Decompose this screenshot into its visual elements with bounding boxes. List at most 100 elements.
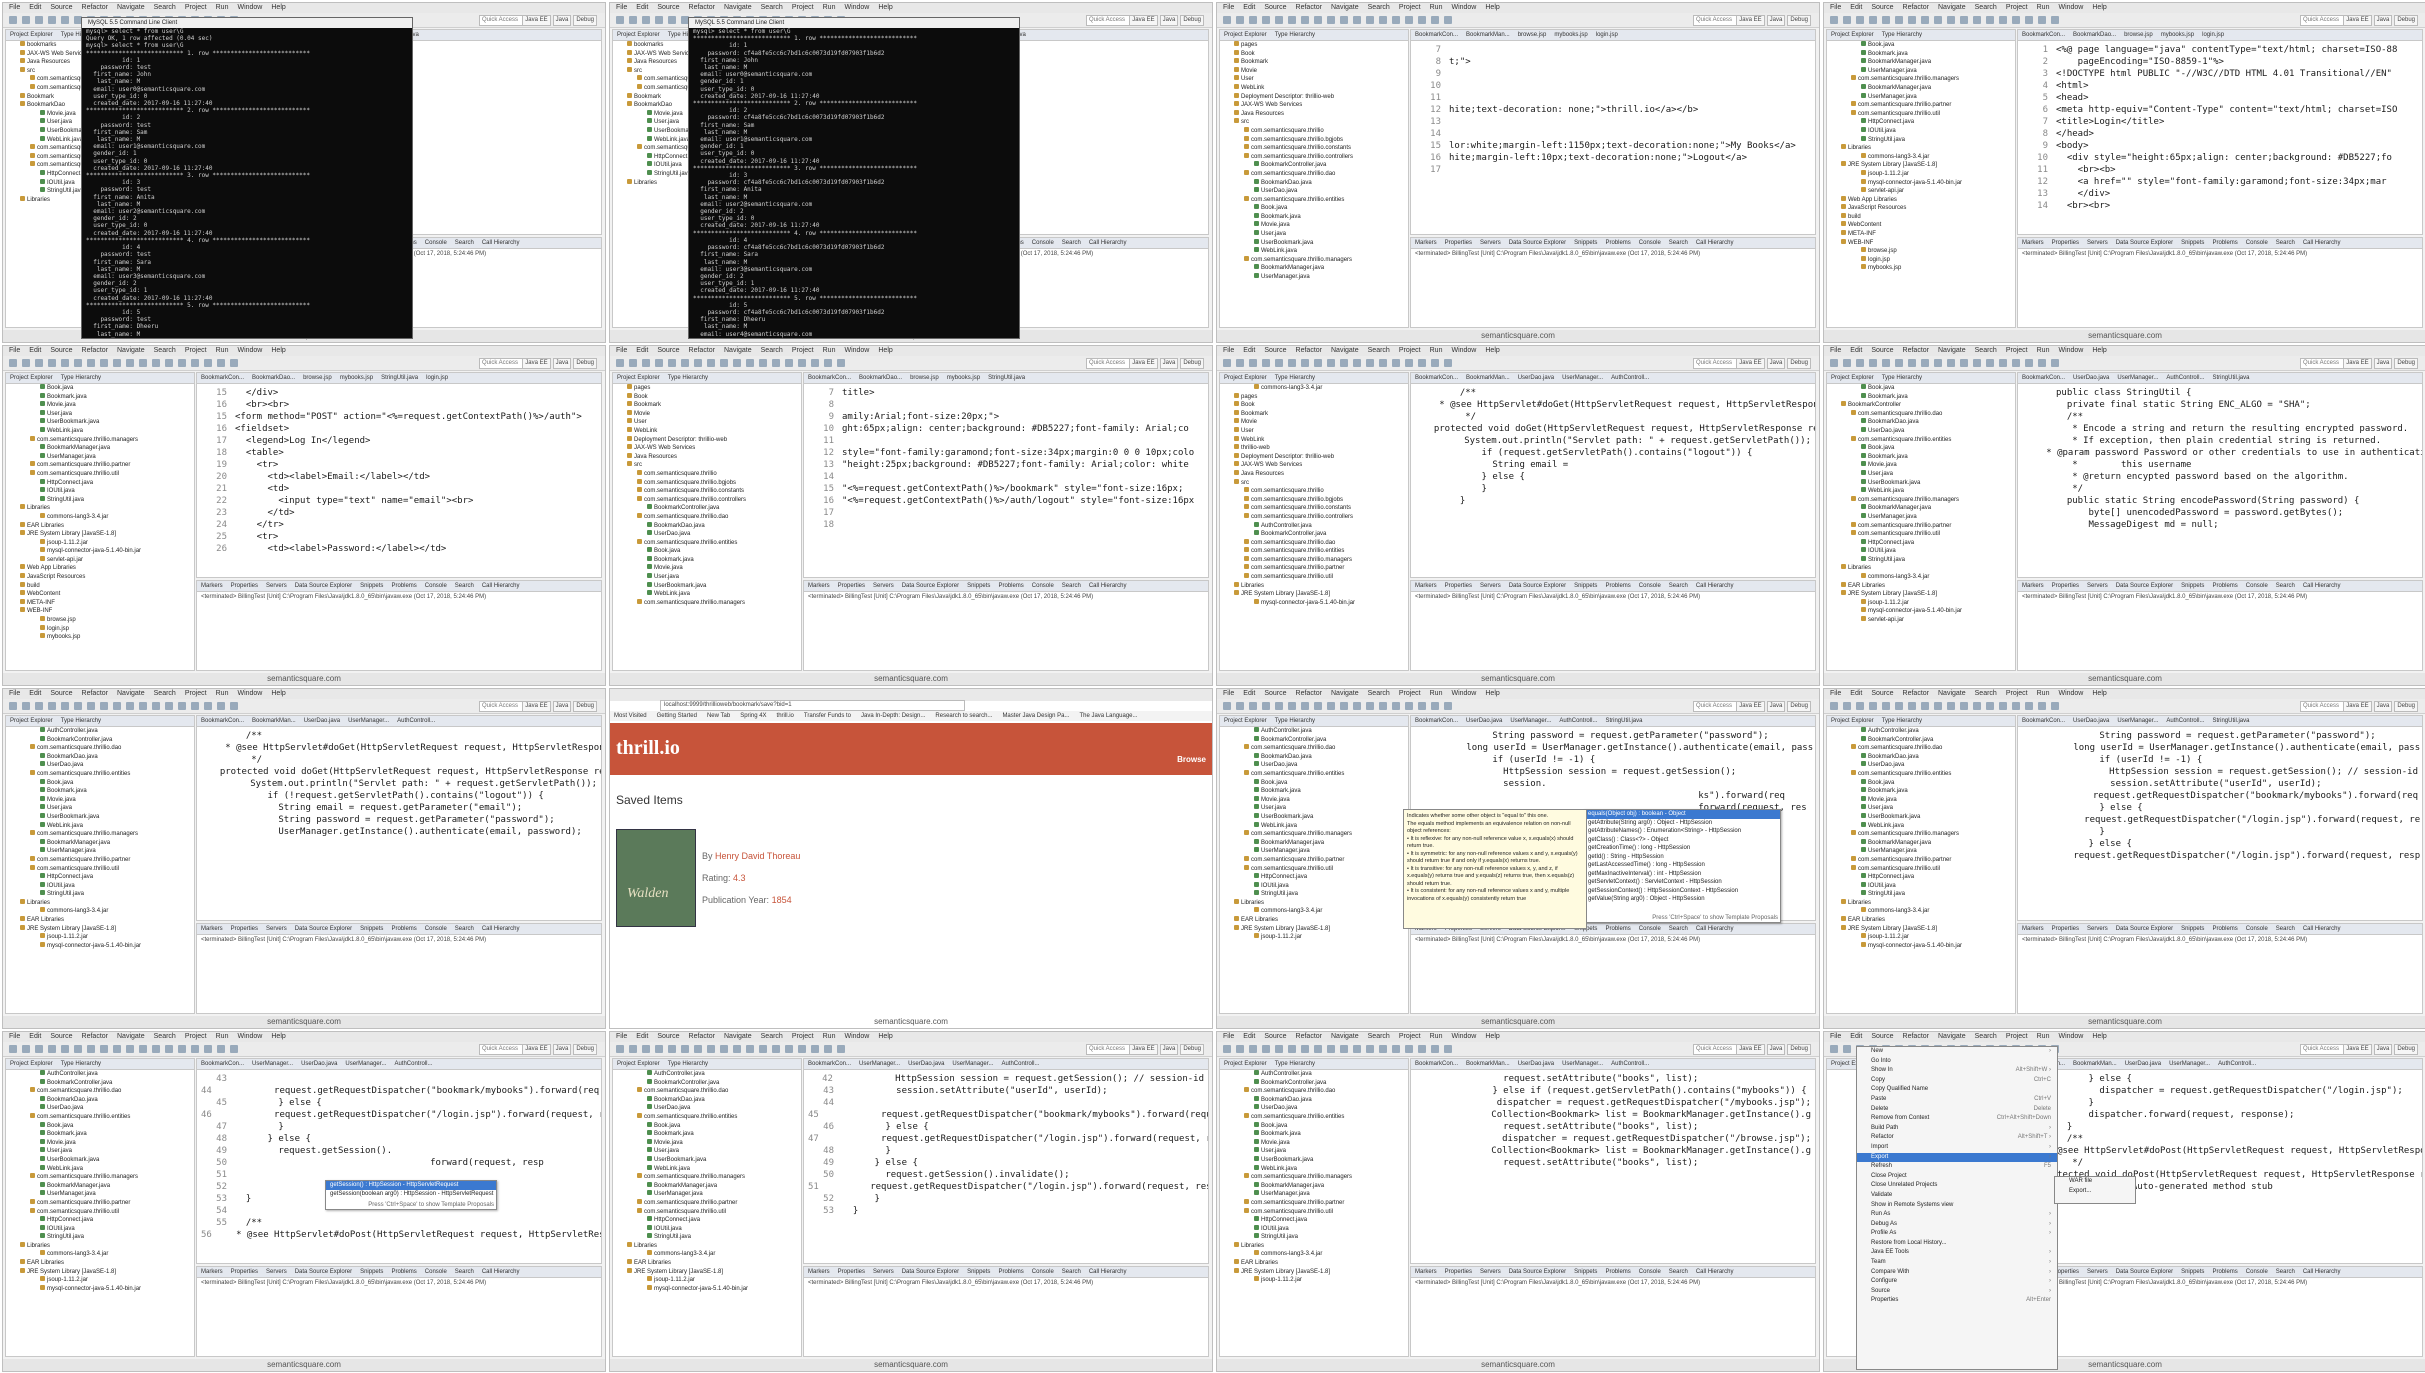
tree-item[interactable]: com.semanticsquare.thrillio.dao [1220,538,1408,548]
toolbar-icon[interactable] [100,359,108,367]
tree-item[interactable]: com.semanticsquare.thrillio.dao [6,1087,194,1096]
tree-item[interactable]: WEB-INF [6,607,194,616]
editor-tab[interactable]: BookmarkMan... [2073,1059,2117,1069]
toolbar-icon[interactable] [35,702,43,710]
explorer-tab[interactable]: Project Explorer [1224,30,1267,40]
editor-tab[interactable]: StringUtil.java [2212,373,2249,383]
tree-item[interactable]: StringUtil.java [6,890,194,899]
menu-item-run[interactable]: Run [216,3,229,13]
autocomplete-popup[interactable]: getSession() : HttpSession - HttpServlet… [325,1180,497,1210]
toolbar-icon[interactable] [9,16,17,24]
tree-item[interactable]: mybooks.jsp [6,633,194,642]
toolbar-icon[interactable] [22,1045,30,1053]
editor-tab[interactable]: BookmarkCon... [201,373,244,383]
toolbar-icon[interactable] [2012,359,2020,367]
menu-item-source[interactable]: Source [1264,1032,1286,1042]
tree-item[interactable]: commons-lang3-3.4.jar [6,907,194,916]
toolbar-icon[interactable] [642,16,650,24]
autocomplete-item[interactable]: getAttributeNames() : Enumeration<String… [1584,827,1780,836]
console-tab[interactable]: Console [425,581,447,591]
tree-item[interactable]: AuthController.java [6,727,194,736]
tree-item[interactable]: servlet-api.jar [1827,187,2015,196]
tree-item[interactable]: com.semanticsquare.thrillio.entities [6,1112,194,1122]
toolbar-icon[interactable] [9,359,17,367]
code-editor[interactable]: BookmarkCon... BookmarkDao... browse.jsp my… [803,372,1209,578]
toolbar-icon[interactable] [1392,702,1400,710]
bookmark-link[interactable]: The Java Language... [1079,711,1137,721]
editor-tab[interactable]: StringUtil.java [2212,716,2249,726]
perspective-debug[interactable]: Debug [1787,358,1811,369]
tree-item[interactable]: Book.java [1220,204,1408,213]
tree-item[interactable]: com.semanticsquare.thrillio.bgjobs [613,478,801,488]
tree-item[interactable]: BookmarkManager.java [1220,264,1408,273]
menu-item-edit[interactable]: Edit [636,3,648,13]
console-tab[interactable]: Markers [201,1267,223,1277]
console-tab[interactable]: Call Hierarchy [1696,924,1734,934]
toolbar-icon[interactable] [1249,359,1257,367]
console-tab[interactable]: Servers [1480,1267,1501,1277]
toolbar-icon[interactable] [1262,359,1270,367]
tree-item[interactable]: UserBookmark.java [6,1155,194,1165]
tree-item[interactable]: Book [1220,401,1408,410]
tree-item[interactable]: browse.jsp [6,616,194,625]
console-tab[interactable]: Search [1062,581,1081,591]
tree-item[interactable]: StringUtil.java [1827,555,2015,565]
tree-item[interactable]: UserDao.java [1827,761,2015,770]
tree-item[interactable]: WebLink.java [613,590,801,599]
autocomplete-item[interactable]: getCreationTime() : long - HttpSession [1584,844,1780,853]
console-tab[interactable]: Properties [231,581,258,591]
console-tab[interactable]: Problems [1605,581,1630,591]
toolbar-icon[interactable] [616,16,624,24]
site-logo[interactable]: thrill.io [616,737,680,760]
tree-item[interactable]: Book.java [1220,1121,1408,1131]
tree-item[interactable]: WebLink.java [1220,821,1408,831]
toolbar-icon[interactable] [48,359,56,367]
tree-item[interactable]: jsoup-1.11.2.jar [1220,1276,1408,1285]
explorer-tab[interactable]: Type Hierarchy [1882,716,1922,726]
tree-item[interactable]: Bookmark.java [1827,392,2015,402]
tree-item[interactable]: BookmarkDao.java [6,752,194,762]
console-tab[interactable]: Properties [1445,1267,1472,1277]
console-tab[interactable]: Console [2246,238,2268,248]
tree-item[interactable]: HttpConnect.java [1220,873,1408,882]
tree-item[interactable]: com.semanticsquare.thrillio.managers [1827,75,2015,84]
tree-item[interactable]: BookmarkController.java [613,504,801,513]
tree-item[interactable]: Book.java [6,384,194,393]
context-menu-item[interactable]: Remove from Context Ctrl+Alt+Shift+Down [1857,1114,2057,1124]
tree-item[interactable]: Movie.java [6,795,194,805]
tree-item[interactable]: com.semanticsquare.thrillio.dao [6,744,194,753]
tree-item[interactable]: pages [613,384,801,393]
toolbar-icon[interactable] [629,16,637,24]
context-menu-item[interactable]: Build Path › [1857,1124,2057,1134]
editor-tab[interactable]: BookmarkCon... [201,716,244,726]
menu-item-help[interactable]: Help [2092,3,2106,13]
context-menu-item[interactable]: Profile As › [1857,1229,2057,1239]
tree-item[interactable]: META-INF [1827,230,2015,239]
tree-item[interactable]: UserDao.java [1220,187,1408,196]
tree-item[interactable]: Libraries [1220,581,1408,591]
menu-item-edit[interactable]: Edit [1243,1032,1255,1042]
tree-item[interactable]: UserManager.java [1220,1190,1408,1199]
console-tab[interactable]: Snippets [967,1267,990,1277]
tree-item[interactable]: UserBookmark.java [1220,1155,1408,1165]
console-tab[interactable]: Call Hierarchy [1696,238,1734,248]
tree-item[interactable]: EAR Libraries [1220,1259,1408,1268]
menu-item-source[interactable]: Source [1871,346,1893,356]
menu-item-window[interactable]: Window [844,346,869,356]
menu-item-help[interactable]: Help [271,689,285,699]
toolbar-icon[interactable] [1379,702,1387,710]
perspective-java-ee[interactable]: Java EE [1129,1044,1158,1055]
tree-item[interactable]: AuthController.java [1220,521,1408,531]
context-menu-item[interactable]: Refresh F5 [1857,1162,2057,1172]
menu-item-project[interactable]: Project [185,689,207,699]
tree-item[interactable]: Deployment Descriptor: thrillio-web [1220,452,1408,462]
menu-item-source[interactable]: Source [657,346,679,356]
tree-item[interactable]: pages [1220,41,1408,50]
menu-item-edit[interactable]: Edit [29,1032,41,1042]
tree-item[interactable]: com.semanticsquare.thrillio.managers [1220,1173,1408,1182]
tree-item[interactable]: AuthController.java [1220,727,1408,736]
menu-item-search[interactable]: Search [1975,689,1997,699]
toolbar-icon[interactable] [681,359,689,367]
tree-item[interactable]: jsoup-1.11.2.jar [6,538,194,548]
menu-item-navigate[interactable]: Navigate [117,689,145,699]
